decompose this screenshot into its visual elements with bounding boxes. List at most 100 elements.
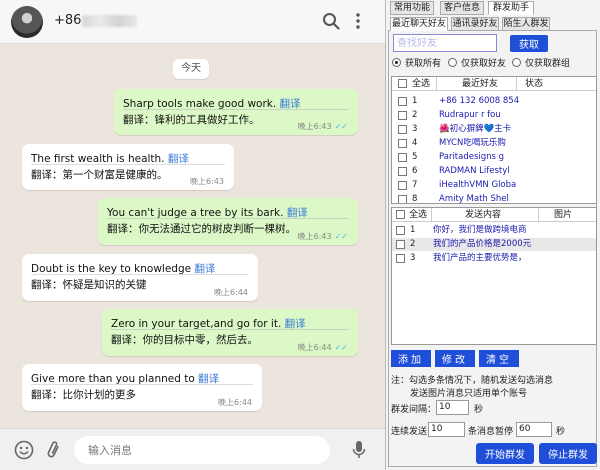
read-receipt-icon: ✓✓ <box>334 122 348 131</box>
subtab-stranger-broadcast[interactable]: 陌生人群发 <box>502 17 550 31</box>
select-all-checkbox[interactable] <box>396 210 405 219</box>
row-checkbox[interactable] <box>398 153 407 162</box>
row-checkbox[interactable] <box>396 254 405 263</box>
friend-name: iHealthVMN Globa <box>439 180 517 190</box>
list-item[interactable]: 8 Amity Math Shel <box>392 193 596 204</box>
microphone-icon[interactable] <box>352 440 366 460</box>
friends-list[interactable]: 全选 最近好友 状态 1 +86 132 6008 854 2 Rudrapur r… <box>391 76 597 204</box>
message-time: 晚上6:43 <box>190 177 224 186</box>
message-input[interactable] <box>74 436 330 464</box>
friend-name: Rudrapur r fou <box>439 110 501 120</box>
row-number: 4 <box>412 138 418 148</box>
row-checkbox[interactable] <box>398 167 407 176</box>
stop-broadcast-button[interactable]: 停止群发 <box>539 443 597 464</box>
radio-label: 仅获取好友 <box>461 59 507 69</box>
message-content-list[interactable]: 全选 发送内容 图片 1 你好，我们是做跨境电商 2 我们的产品价格是2000元 3… <box>391 207 597 345</box>
message-translation: 翻译：怀疑是知识的关键 <box>31 279 147 291</box>
list-item[interactable]: 2 Rudrapur r fou <box>392 109 596 122</box>
row-checkbox[interactable] <box>398 181 407 190</box>
emoji-icon[interactable] <box>14 440 34 460</box>
divider <box>31 384 253 385</box>
list-item[interactable]: 7 iHealthVMN Globa <box>392 179 596 192</box>
avatar[interactable] <box>11 6 43 38</box>
row-checkbox[interactable] <box>396 226 405 235</box>
friend-search-input[interactable] <box>393 34 497 52</box>
radio-label: 获取所有 <box>405 59 442 69</box>
select-all-checkbox[interactable] <box>398 79 407 88</box>
radio-dot <box>448 58 457 67</box>
list-item-selected[interactable]: 2 我们的产品价格是2000元 <box>392 238 596 251</box>
clear-button[interactable]: 清空 <box>479 350 519 367</box>
select-all-label: 全选 <box>412 79 431 89</box>
search-icon[interactable] <box>322 12 340 30</box>
divider <box>516 77 517 91</box>
contact-phone[interactable]: +86 <box>54 13 81 28</box>
message-bubble-incoming: Doubt is the key to knowledge 翻译 翻译：怀疑是知… <box>22 254 258 301</box>
date-divider: 今天 <box>173 59 209 79</box>
tab-customer-info[interactable]: 客户信息 <box>440 1 484 15</box>
divider <box>31 274 249 275</box>
friend-name: 🌺初心摒錍💙主卡 <box>439 124 512 134</box>
radio-friends-only[interactable]: 仅获取好友 <box>448 58 506 70</box>
add-button[interactable]: 添加 <box>391 350 431 367</box>
tab-common-functions[interactable]: 常用功能 <box>390 1 434 15</box>
pause-seconds-input[interactable]: 60 <box>516 422 552 437</box>
fetch-button[interactable]: 获取 <box>510 35 548 52</box>
message-time: 晚上6:44 <box>297 343 332 352</box>
radio-get-all[interactable]: 获取所有 <box>392 58 441 70</box>
row-checkbox[interactable] <box>398 97 407 106</box>
more-menu-icon[interactable] <box>352 12 364 30</box>
row-checkbox[interactable] <box>398 125 407 134</box>
row-checkbox[interactable] <box>398 111 407 120</box>
pause-label: 条消息暂停 <box>468 427 514 437</box>
list-item[interactable]: 1 你好，我们是做跨境电商 <box>392 224 596 237</box>
message-bubble-outgoing: You can't judge a tree by its bark. 翻译 翻… <box>98 198 358 245</box>
radio-groups-only[interactable]: 仅获取群组 <box>512 58 570 70</box>
list-item[interactable]: 5 Paritadesigns g <box>392 151 596 164</box>
message-translation: 翻译：你的目标中零，然后去。 <box>111 334 258 346</box>
edit-button[interactable]: 修改 <box>435 350 475 367</box>
content-text: 你好，我们是做跨境电商 <box>433 225 527 235</box>
list-item[interactable]: 3 我们产品的主要优势是， <box>392 252 596 265</box>
list-item[interactable]: 1 +86 132 6008 854 <box>392 95 596 108</box>
message-bubble-incoming: The first wealth is health. 翻译 翻译：第一个财富是… <box>22 144 234 190</box>
row-number: 3 <box>412 124 418 134</box>
tab-broadcast-assistant[interactable]: 群发助手 <box>488 1 534 15</box>
row-number: 2 <box>412 110 418 120</box>
friend-name: Paritadesigns g <box>439 152 505 162</box>
subtab-recent-friends[interactable]: 最近聊天好友 <box>390 17 448 31</box>
friend-name: +86 132 6008 854 <box>439 96 520 106</box>
divider <box>107 218 349 219</box>
list-item[interactable]: 3 🌺初心摒錍💙主卡 <box>392 123 596 136</box>
subtab-contacts[interactable]: 通讯录好友 <box>451 17 499 31</box>
row-checkbox[interactable] <box>396 240 405 249</box>
row-number: 2 <box>410 239 416 249</box>
content-text: 我们产品的主要优势是， <box>433 253 527 263</box>
chat-composer <box>0 428 385 470</box>
column-header-status: 状态 <box>525 79 544 89</box>
message-time: 晚上6:44 <box>218 398 252 407</box>
consecutive-count-input[interactable]: 10 <box>428 422 465 437</box>
friend-name: Amity Math Shel <box>439 194 509 204</box>
message-translation: 翻译：比你计划的更多 <box>31 389 136 401</box>
row-checkbox[interactable] <box>398 139 407 148</box>
list-item[interactable]: 6 RADMAN Lifestyl <box>392 165 596 178</box>
contact-name-redacted <box>82 15 137 27</box>
message-bubble-outgoing: Sharp tools make good work. 翻译 翻译：锋利的工具做… <box>114 89 358 135</box>
divider <box>123 109 349 110</box>
divider <box>431 208 432 222</box>
list-item[interactable]: 4 MYCN吃喝玩乐购 <box>392 137 596 150</box>
row-checkbox[interactable] <box>398 195 407 203</box>
consecutive-label: 连续发送 <box>391 427 428 437</box>
note-line-1: 注：勾选多条情况下，随机发送勾选消息 <box>391 376 554 386</box>
row-number: 1 <box>410 225 416 235</box>
read-receipt-icon: ✓✓ <box>334 232 348 241</box>
paperclip-icon[interactable] <box>46 440 60 460</box>
row-number: 1 <box>412 96 418 106</box>
row-number: 6 <box>412 166 418 176</box>
divider <box>436 77 437 91</box>
start-broadcast-button[interactable]: 开始群发 <box>476 443 534 464</box>
note-line-2: 发送图片消息只适用单个账号 <box>410 389 528 399</box>
content-list-header: 全选 发送内容 图片 <box>392 208 596 222</box>
interval-input[interactable]: 10 <box>436 400 469 415</box>
